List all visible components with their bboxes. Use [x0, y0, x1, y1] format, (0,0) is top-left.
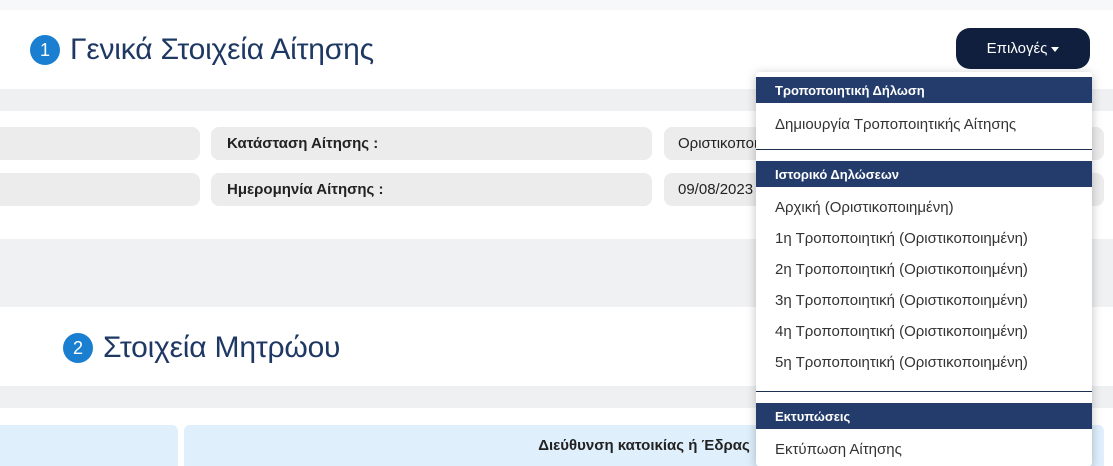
- menu-item-history[interactable]: 4η Τροποποιητική (Οριστικοποιημένη): [756, 317, 1092, 345]
- options-dropdown-button[interactable]: Επιλογές: [956, 28, 1090, 69]
- date-value: 09/08/2023: [678, 181, 754, 198]
- left-field-cell: [0, 173, 200, 206]
- section-2-title: Στοιχεία Μητρώου: [103, 331, 341, 364]
- status-label-cell: Κατάσταση Αίτησης :: [211, 127, 652, 160]
- dropdown-group-header: Τροποποιητική Δήλωση: [756, 77, 1092, 103]
- top-strip: [0, 0, 1113, 10]
- section-2-heading: 2 Στοιχεία Μητρώου: [63, 331, 340, 365]
- dropdown-divider: [756, 149, 1092, 150]
- menu-item-history[interactable]: Αρχική (Οριστικοποιημένη): [756, 193, 1092, 221]
- options-dropdown-menu: Τροποποιητική Δήλωση Δημιουργία Τροποποι…: [756, 72, 1092, 466]
- dropdown-divider: [756, 391, 1092, 392]
- table-header-cell: [0, 425, 178, 466]
- date-label: Ημερομηνία Αίτησης :: [227, 181, 384, 198]
- left-field-cell: [0, 127, 200, 160]
- options-button-label: Επιλογές: [986, 40, 1048, 57]
- menu-item-create-amendment[interactable]: Δημιουργία Τροποποιητικής Αίτησης: [756, 110, 1092, 138]
- step-1-badge: 1: [30, 35, 60, 65]
- menu-item-history[interactable]: 5η Τροποποιητική (Οριστικοποιημένη): [756, 348, 1092, 376]
- section-1-title: Γενικά Στοιχεία Αίτησης: [70, 33, 374, 66]
- menu-item-history[interactable]: 1η Τροποποιητική (Οριστικοποιημένη): [756, 224, 1092, 252]
- menu-item-history[interactable]: 3η Τροποποιητική (Οριστικοποιημένη): [756, 286, 1092, 314]
- page: 1 Γενικά Στοιχεία Αίτησης Επιλογές Κατάσ…: [0, 0, 1113, 466]
- address-column-header: Διεύθυνση κατοικίας ή Έδρας: [538, 437, 750, 454]
- dropdown-group-header: Εκτυπώσεις: [756, 403, 1092, 429]
- menu-item-history[interactable]: 2η Τροποποιητική (Οριστικοποιημένη): [756, 255, 1092, 283]
- section-1-heading: 1 Γενικά Στοιχεία Αίτησης: [30, 33, 374, 67]
- dropdown-group-header: Ιστορικό Δηλώσεων: [756, 161, 1092, 187]
- menu-item-print-application[interactable]: Εκτύπωση Αίτησης: [756, 435, 1092, 463]
- step-2-badge: 2: [63, 333, 93, 363]
- caret-down-icon: [1051, 47, 1060, 52]
- date-label-cell: Ημερομηνία Αίτησης :: [211, 173, 652, 206]
- status-label: Κατάσταση Αίτησης :: [227, 135, 379, 152]
